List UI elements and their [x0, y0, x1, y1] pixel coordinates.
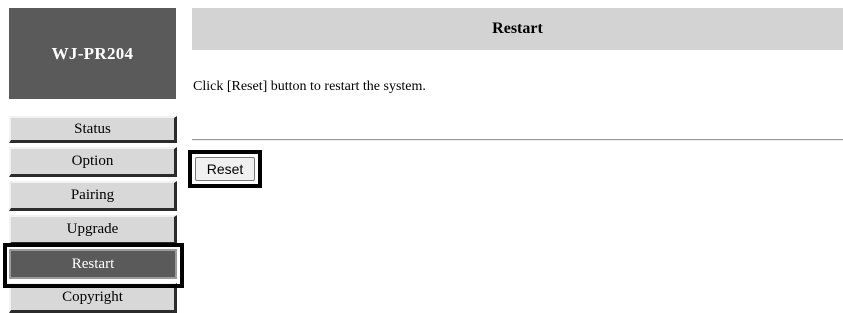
page-title: Restart: [492, 20, 543, 37]
instruction-text: Click [Reset] button to restart the syst…: [193, 79, 426, 94]
menu-item-label: Copyright: [62, 289, 123, 305]
side-menu: Status Option Pairing Upgrade Restart Co…: [9, 116, 178, 313]
divider: [192, 139, 843, 141]
menu-item-pairing[interactable]: Pairing: [9, 181, 177, 211]
menu-item-label: Restart: [71, 255, 115, 272]
reset-button[interactable]: Reset: [195, 157, 255, 181]
page-header: Restart: [192, 8, 843, 50]
menu-item-upgrade[interactable]: Upgrade: [9, 215, 177, 245]
device-name: WJ-PR204: [51, 43, 134, 63]
menu-item-label: Pairing: [70, 187, 115, 203]
menu-item-option[interactable]: Option: [9, 147, 177, 177]
menu-item-restart[interactable]: Restart: [9, 249, 177, 279]
menu-item-copyright[interactable]: Copyright: [9, 283, 177, 313]
menu-item-label: Status: [74, 120, 111, 137]
page: WJ-PR204 Status Option Pairing Upgrade R…: [0, 0, 843, 313]
menu-item-status[interactable]: Status: [9, 116, 177, 143]
menu-item-label: Option: [71, 153, 114, 169]
device-title-box: WJ-PR204: [9, 8, 176, 99]
menu-item-label: Upgrade: [66, 221, 119, 237]
